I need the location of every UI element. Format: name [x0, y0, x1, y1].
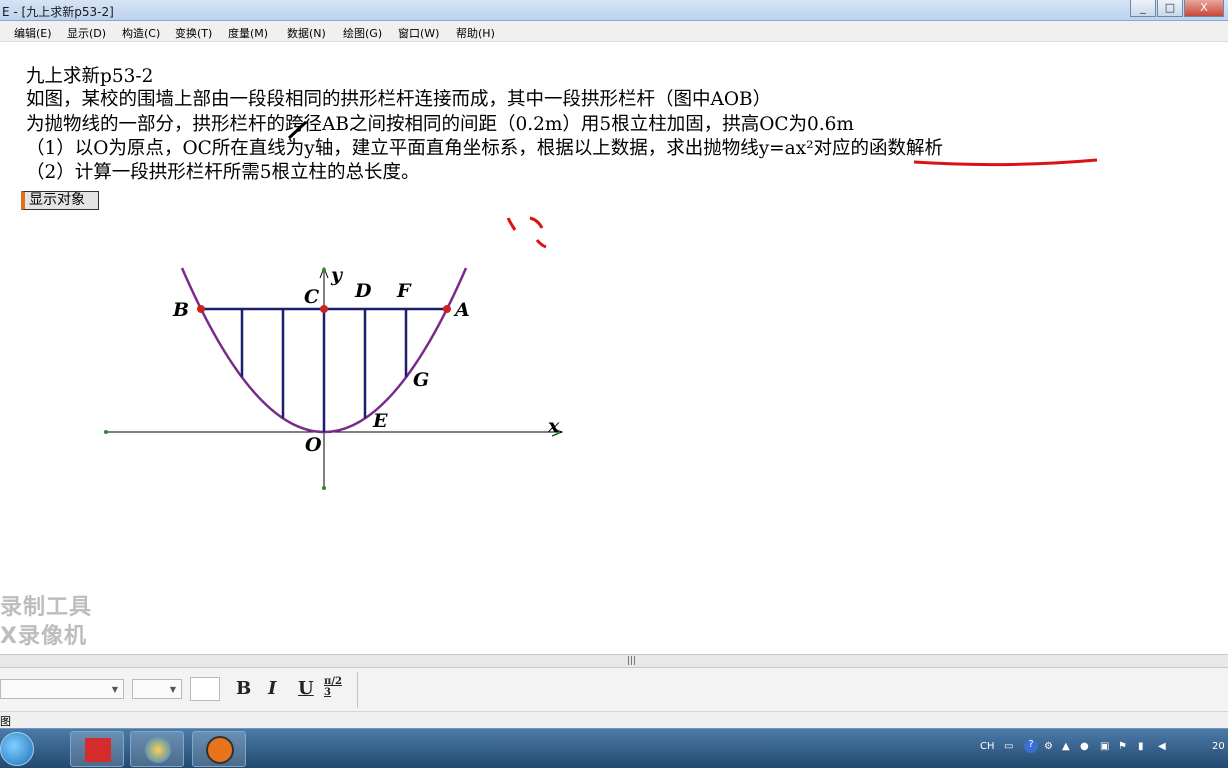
minimize-button[interactable]: _: [1130, 0, 1156, 17]
x-axis-endpoint[interactable]: [104, 430, 108, 434]
toolbar-divider: [357, 672, 358, 708]
status-text: 图: [0, 715, 11, 728]
italic-button[interactable]: I: [268, 678, 276, 699]
label-a: A: [453, 299, 470, 321]
parabola-graph: B A C D F G E O x y: [104, 120, 1098, 490]
volume-icon[interactable]: ◀: [1158, 741, 1166, 752]
y-axis-endpoint[interactable]: [322, 486, 326, 490]
sketch-canvas[interactable]: 九上求新p53-2 如图，某校的围墙上部由一段段相同的拱形栏杆连接而成，其中一段…: [0, 43, 1228, 654]
y-axis-handle[interactable]: [322, 268, 326, 272]
clock[interactable]: 20: [1212, 741, 1225, 752]
language-indicator[interactable]: CH: [980, 741, 995, 752]
recorder-app-icon: [206, 736, 234, 764]
taskbar: CH ▭ ? ⚙ ▲ ● ▣ ⚑ ▮ ◀ 20: [0, 728, 1228, 768]
font-size-select[interactable]: ▼: [132, 679, 182, 699]
menu-construct[interactable]: 构造(C): [122, 25, 160, 41]
menu-window[interactable]: 窗口(W): [398, 25, 439, 41]
point-b[interactable]: [197, 305, 205, 313]
bold-button[interactable]: B: [236, 678, 251, 699]
point-a[interactable]: [443, 305, 451, 313]
menu-display[interactable]: 显示(D): [67, 25, 106, 41]
maximize-button[interactable]: □: [1157, 0, 1183, 17]
scroll-grip-icon[interactable]: |||: [627, 656, 636, 666]
label-g: G: [413, 369, 429, 391]
color-picker[interactable]: [190, 677, 220, 701]
start-button[interactable]: [0, 732, 34, 766]
watermark-line-2: X录像机: [0, 624, 87, 649]
taskbar-app-sketchpad[interactable]: [70, 731, 124, 767]
help-icon[interactable]: ?: [1024, 739, 1038, 753]
window-controls: _ □ X: [1129, 0, 1224, 17]
window-title: E - [九上求新p53-2]: [2, 5, 114, 19]
taskbar-app-browser[interactable]: [130, 731, 184, 767]
recorder-watermark: 录制工具 X录像机: [0, 593, 92, 651]
label-b: B: [172, 299, 189, 321]
menu-transform[interactable]: 变换(T): [175, 25, 212, 41]
action-center-icon[interactable]: ⚑: [1118, 741, 1127, 752]
menu-graph[interactable]: 绘图(G): [343, 25, 382, 41]
text-toolbar: ▼ ▼ B I U π/2 3: [0, 668, 1228, 712]
label-f: F: [396, 280, 412, 302]
label-x: x: [547, 415, 560, 437]
tray-settings-icon[interactable]: ⚙: [1044, 741, 1053, 752]
chevron-down-icon: ▼: [111, 685, 119, 694]
label-d: D: [354, 280, 372, 302]
keyboard-icon[interactable]: ▭: [1004, 741, 1013, 752]
label-c: C: [304, 286, 319, 308]
point-c[interactable]: [320, 305, 328, 313]
menu-measure[interactable]: 度量(M): [228, 25, 268, 41]
pen-mark-annotation: [506, 216, 547, 249]
underline-button[interactable]: U: [298, 678, 314, 699]
math-format-button[interactable]: π/2 3: [324, 676, 346, 698]
watermark-line-1: 录制工具: [0, 595, 93, 620]
font-family-select[interactable]: ▼: [0, 679, 124, 699]
tray-network-flag-icon[interactable]: ▣: [1100, 741, 1109, 752]
label-y: y: [330, 264, 344, 286]
menu-help[interactable]: 帮助(H): [456, 25, 495, 41]
underline-annotation: [913, 158, 1098, 167]
title-bar: E - [九上求新p53-2] _ □ X: [0, 0, 1228, 21]
tray-app-icon[interactable]: ●: [1080, 741, 1089, 752]
label-e: E: [372, 410, 388, 432]
label-o: O: [305, 434, 322, 456]
pen-cursor-icon: [287, 120, 308, 140]
system-tray: CH ▭ ? ⚙ ▲ ● ▣ ⚑ ▮ ◀ 20: [968, 729, 1228, 769]
status-bar: 图: [0, 712, 1228, 728]
menu-bar: 编辑(E) 显示(D) 构造(C) 变换(T) 度量(M) 数据(N) 绘图(G…: [0, 21, 1228, 42]
menu-edit[interactable]: 编辑(E): [14, 25, 52, 41]
network-icon[interactable]: ▮: [1138, 741, 1144, 752]
menu-data[interactable]: 数据(N): [287, 25, 326, 41]
horizontal-scrollbar[interactable]: |||: [0, 654, 1228, 668]
tray-expand-icon[interactable]: ▲: [1062, 741, 1070, 752]
taskbar-app-recorder[interactable]: [192, 731, 246, 767]
chevron-down-icon: ▼: [169, 685, 177, 694]
close-button[interactable]: X: [1184, 0, 1224, 17]
sketchpad-app-icon: [85, 738, 111, 762]
browser-app-icon: [145, 737, 171, 763]
